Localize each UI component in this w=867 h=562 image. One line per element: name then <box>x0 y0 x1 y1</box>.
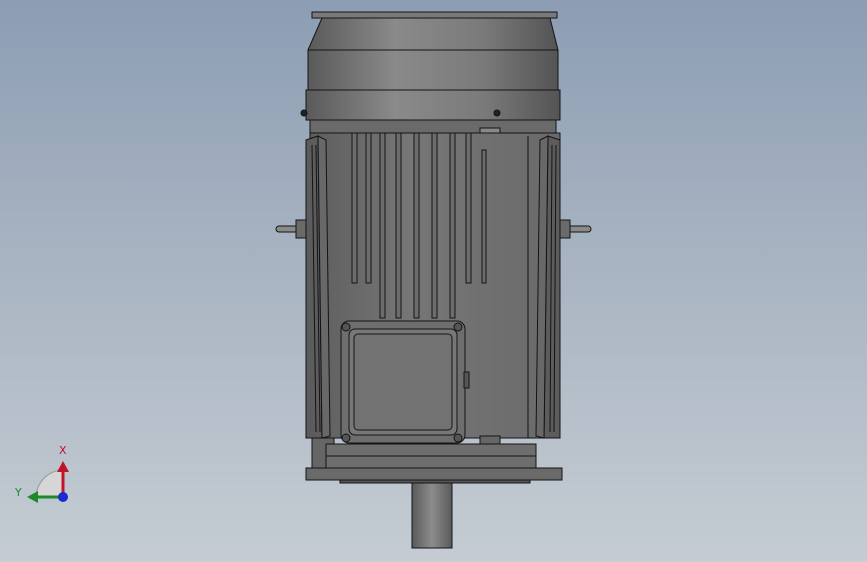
lifting-lug-right[interactable] <box>559 219 592 239</box>
terminal-box[interactable] <box>340 320 470 444</box>
graphics-viewport[interactable]: X Y <box>0 0 867 562</box>
reference-triad <box>27 461 69 503</box>
fan-cover[interactable] <box>300 11 561 135</box>
y-axis-label: Y <box>15 486 22 499</box>
motor-model[interactable] <box>0 0 867 562</box>
z-axis-dot <box>58 492 68 502</box>
x-axis-arrowhead <box>57 461 69 472</box>
x-axis-label: X <box>59 444 67 457</box>
y-axis-arrowhead <box>27 491 38 503</box>
output-shaft[interactable] <box>411 482 453 549</box>
lifting-lug-left[interactable] <box>275 219 307 239</box>
